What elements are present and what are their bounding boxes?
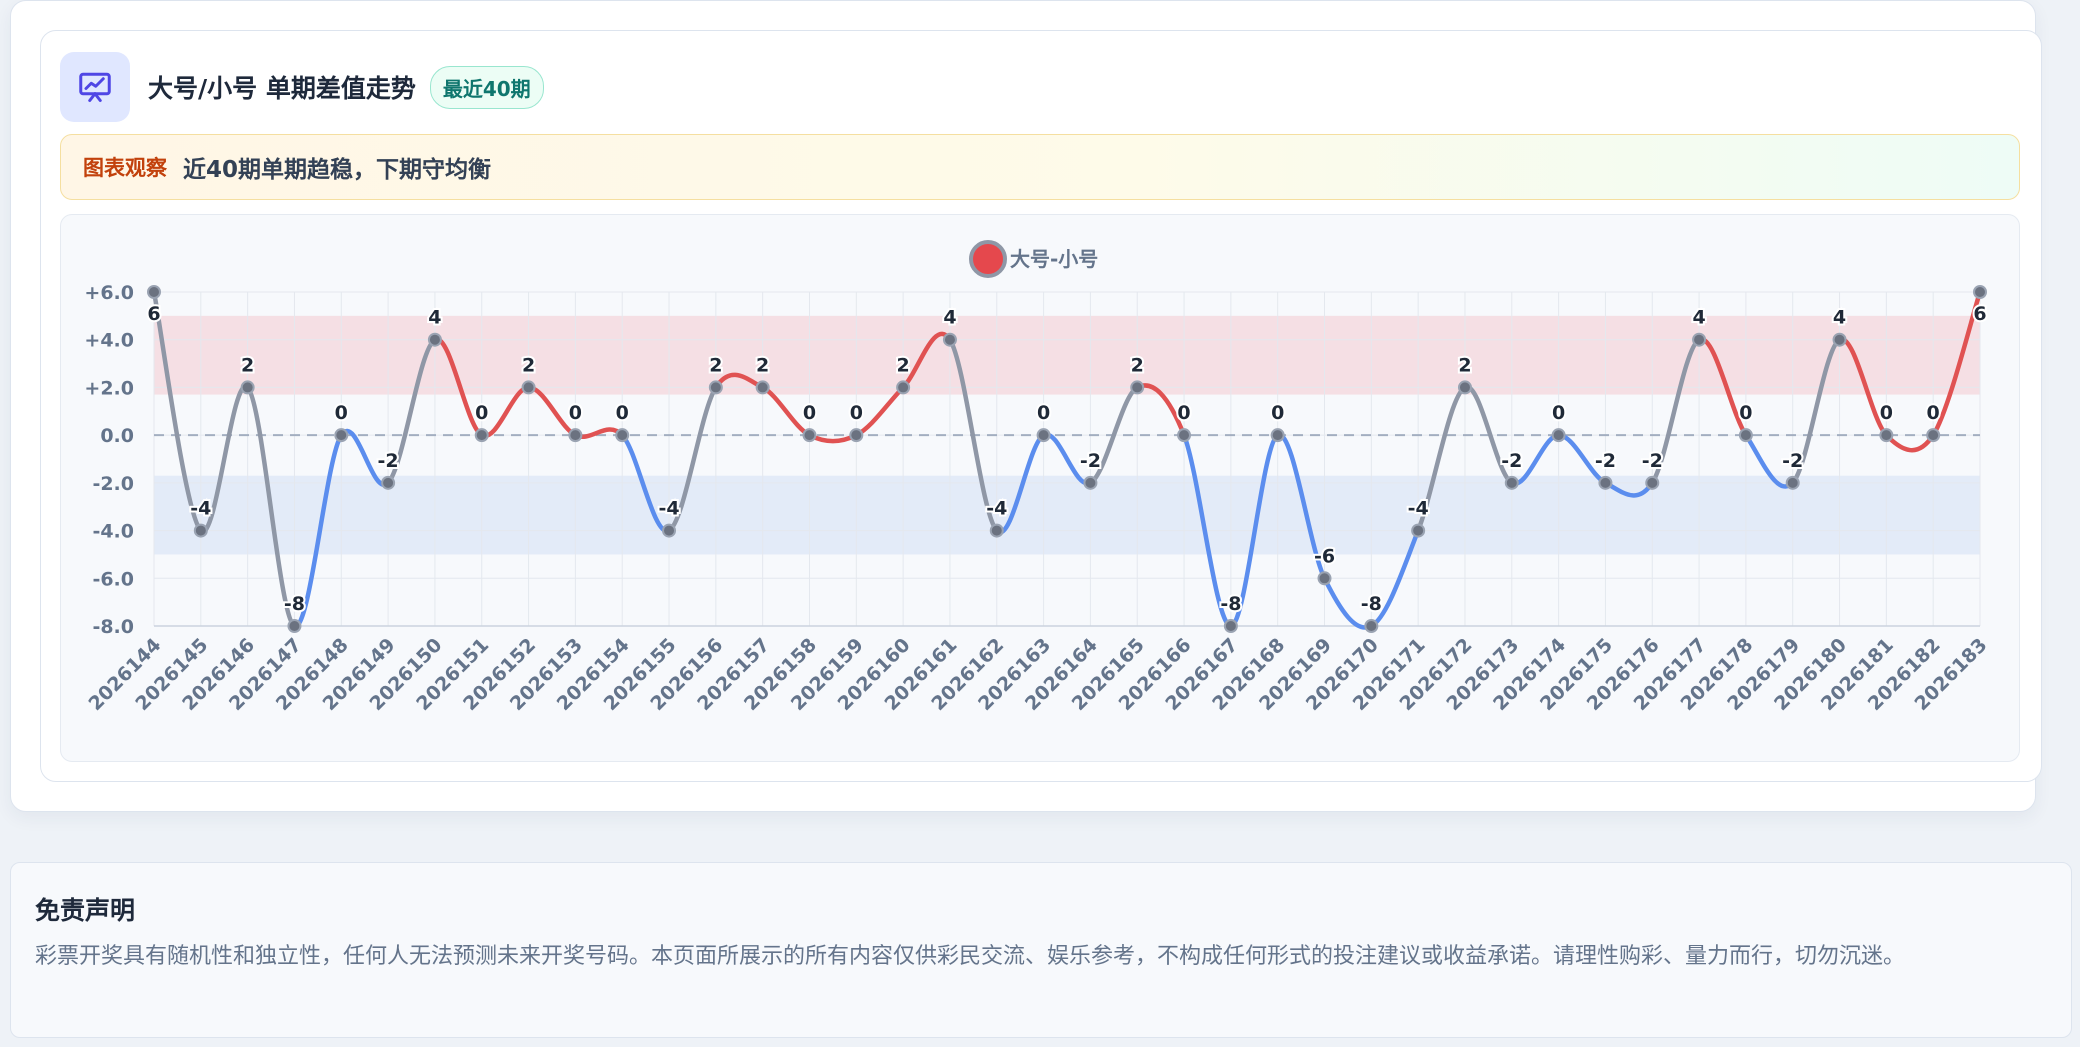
data-value-label: 0: [1271, 402, 1284, 424]
data-point: [1364, 619, 1379, 633]
data-value-label: 4: [428, 307, 441, 329]
data-value-label: -2: [1080, 450, 1101, 472]
data-value-label: 2: [709, 354, 722, 376]
data-point: [662, 523, 677, 538]
disclaimer-title: 免责声明: [35, 896, 136, 925]
data-value-label: 0: [803, 402, 816, 424]
data-point: [193, 523, 208, 538]
data-point: [240, 380, 255, 395]
data-point: [568, 428, 583, 443]
data-point: [802, 428, 817, 443]
data-point: [1270, 428, 1285, 443]
data-value-label: -2: [1595, 450, 1616, 472]
series-line-segment: [1884, 432, 1936, 453]
data-value-label: 0: [1927, 402, 1940, 424]
data-point: [334, 428, 349, 443]
data-point: [1738, 428, 1753, 443]
data-value-label: -8: [1361, 593, 1382, 615]
chart-legend[interactable]: 大号-小号: [969, 240, 1098, 278]
data-value-label: 0: [569, 402, 582, 424]
data-point: [708, 380, 723, 395]
data-value-label: 0: [1037, 402, 1050, 424]
y-tick-label: -8.0: [92, 616, 134, 638]
data-value-label: -4: [190, 498, 211, 520]
series-line-segment: [807, 432, 859, 444]
disclaimer-section: 免责声明 彩票开奖具有随机性和独立性，任何人无法预测未来开奖号码。本页面所展示的…: [10, 862, 2072, 1038]
data-point: [1223, 619, 1238, 633]
data-point: [1598, 475, 1613, 490]
data-value-label: -8: [284, 593, 305, 615]
data-point: [1879, 428, 1894, 443]
legend-series-dot: [969, 240, 1007, 278]
data-value-label: 0: [475, 402, 488, 424]
data-point: [1551, 428, 1566, 443]
data-value-label: -4: [986, 498, 1007, 520]
data-value-label: 2: [897, 354, 910, 376]
data-point: [1457, 380, 1472, 395]
data-value-label: 0: [616, 402, 629, 424]
data-point: [381, 475, 396, 490]
disclaimer-text: 彩票开奖具有随机性和独立性，任何人无法预测未来开奖号码。本页面所展示的所有内容仅…: [35, 944, 1906, 969]
data-value-label: -2: [1642, 450, 1663, 472]
y-tick-label: +4.0: [84, 330, 134, 352]
data-value-label: 2: [522, 354, 535, 376]
data-value-label: 6: [1973, 303, 1986, 325]
data-point: [1832, 332, 1847, 347]
data-value-label: 4: [1692, 307, 1705, 329]
data-point: [1973, 285, 1987, 299]
y-tick-label: +2.0: [84, 377, 134, 399]
data-point: [1177, 428, 1192, 443]
data-value-label: 2: [1131, 354, 1144, 376]
data-point: [287, 619, 302, 633]
data-value-label: 4: [943, 307, 956, 329]
data-point: [147, 285, 161, 299]
y-tick-label: +6.0: [84, 282, 134, 304]
data-value-label: -8: [1220, 593, 1241, 615]
data-point: [1926, 428, 1941, 443]
data-value-label: 2: [756, 354, 769, 376]
y-tick-label: -2.0: [92, 473, 134, 495]
data-value-label: 2: [1458, 354, 1471, 376]
data-value-label: 6: [147, 303, 160, 325]
data-point: [521, 380, 536, 395]
legend-series-label: 大号-小号: [1010, 247, 1098, 271]
data-value-label: 4: [1833, 307, 1846, 329]
data-point: [1411, 523, 1426, 538]
data-value-label: -4: [1408, 498, 1429, 520]
data-point: [1645, 475, 1660, 490]
data-point: [1036, 428, 1051, 443]
data-point: [1785, 475, 1800, 490]
data-value-label: -2: [1501, 450, 1522, 472]
data-point: [474, 428, 489, 443]
data-value-label: -6: [1314, 545, 1335, 567]
range-band-1: [154, 475, 1980, 555]
series-line-segment: [479, 385, 531, 438]
data-point: [615, 428, 630, 443]
data-point: [1317, 571, 1332, 586]
data-point: [427, 332, 442, 347]
data-value-label: -2: [1782, 450, 1803, 472]
data-point: [1504, 475, 1519, 490]
data-point: [849, 428, 864, 443]
difference-trend-chart: 6 -4 2 -8 0 -2 4 0 2 0 0 -4 2 2 0 0 2 4 -4 0 -2 2 0 -8 0 -6 -8 -4 2 -…: [84, 240, 1992, 715]
data-value-label: 2: [241, 354, 254, 376]
y-tick-label: -4.0: [92, 521, 134, 543]
data-point: [1083, 475, 1098, 490]
y-tick-label: -6.0: [92, 568, 134, 590]
data-value-label: 0: [335, 402, 348, 424]
data-point: [1692, 332, 1707, 347]
data-value-label: 0: [850, 402, 863, 424]
data-point: [942, 332, 957, 347]
data-point: [896, 380, 911, 395]
data-value-label: 0: [1880, 402, 1893, 424]
data-value-label: -2: [378, 450, 399, 472]
data-point: [989, 523, 1004, 538]
data-value-label: -4: [658, 498, 679, 520]
data-value-label: 0: [1552, 402, 1565, 424]
y-tick-label: 0.0: [100, 425, 134, 447]
data-value-label: 0: [1177, 402, 1190, 424]
data-point: [1130, 380, 1145, 395]
data-point: [755, 380, 770, 395]
data-value-label: 0: [1739, 402, 1752, 424]
